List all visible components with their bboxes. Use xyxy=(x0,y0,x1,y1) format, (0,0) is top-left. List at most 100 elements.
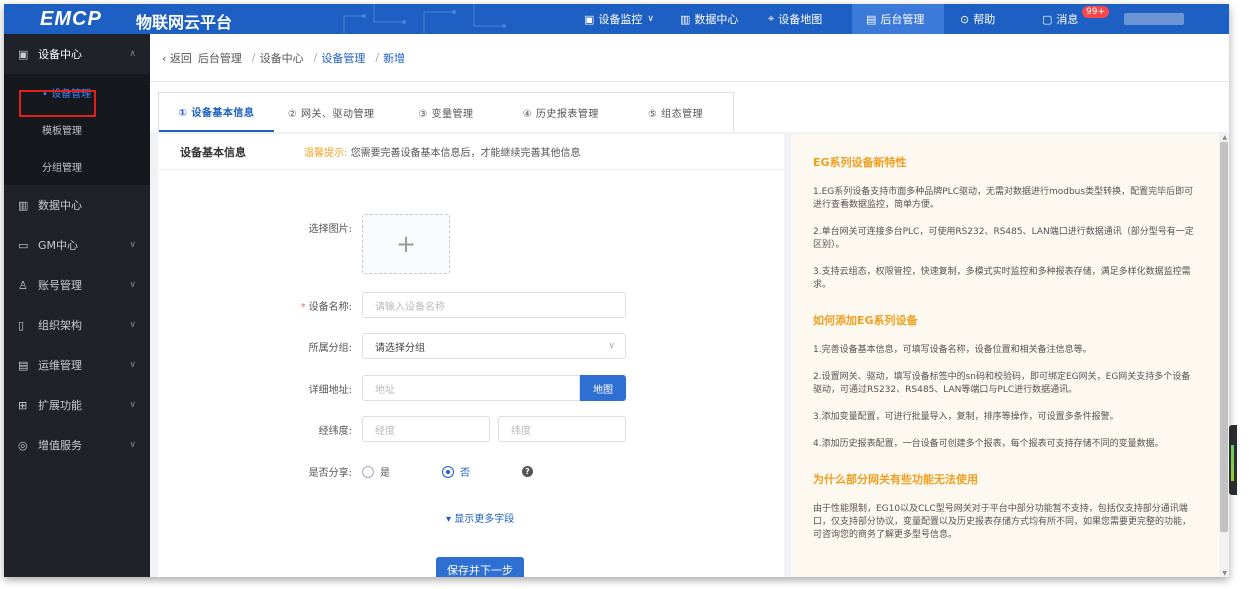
back-link[interactable]: ‹ 返回 xyxy=(162,50,192,66)
sidebar-item-extensions[interactable]: ⊞ 扩展功能 ∨ xyxy=(4,385,150,425)
breadcrumb-current: 新增 xyxy=(383,51,406,65)
lnglat-row: 经纬度: 经度 纬度 xyxy=(158,416,626,442)
info-section: EG系列设备新特性 1.EG系列设备支持市面多种品牌PLC驱动，无需对数据进行m… xyxy=(813,154,1199,292)
group-select[interactable]: 请选择分组 ∨ xyxy=(362,333,626,359)
ops-icon: ▤ xyxy=(18,358,29,372)
chevron-down-icon: ∨ xyxy=(647,14,654,24)
chevron-down-icon: ∨ xyxy=(129,320,136,330)
info-paragraph: 4.添加历史报表配置，一台设备可创建多个报表，每个报表可支持存储不同的变量数据。 xyxy=(813,439,1164,449)
chevron-down-icon: ∨ xyxy=(129,240,136,250)
sidebar-item-account-management[interactable]: ♙ 账号管理 ∨ xyxy=(4,265,150,305)
info-title: 如何添加EG系列设备 xyxy=(813,314,918,327)
nav-admin[interactable]: ▤ 后台管理 xyxy=(852,4,944,34)
bar-chart-icon: ▥ xyxy=(680,12,691,26)
lnglat-label: 经纬度: xyxy=(318,425,352,437)
nav-messages[interactable]: ▢ 消息 99+ xyxy=(1028,4,1109,34)
device-name-input[interactable]: 请输入设备名称 xyxy=(362,292,626,318)
map-button[interactable]: 地图 xyxy=(580,375,626,401)
scroll-down-icon[interactable]: ▼ xyxy=(1222,570,1227,577)
sidebar: ▣ 设备中心 ∧ • 设备管理 模板管理 分组管理 ▥ 数据中心 ▭ GM中心 … xyxy=(4,34,150,577)
tab-variables[interactable]: ③ 变量管理 xyxy=(389,93,504,132)
longitude-input[interactable]: 经度 xyxy=(362,416,490,442)
breadcrumb-item[interactable]: 设备管理 xyxy=(321,50,365,66)
sidebar-item-organization[interactable]: ▯ 组织架构 ∨ xyxy=(4,305,150,345)
sidebar-item-data-center[interactable]: ▥ 数据中心 xyxy=(4,185,150,225)
info-section: 如何添加EG系列设备 1.完善设备基本信息，可填写设备名称，设备位置和相关备注信… xyxy=(813,312,1199,451)
show-more-fields-link[interactable]: ▾ 显示更多字段 xyxy=(446,510,514,525)
circuit-decoration-icon xyxy=(343,4,506,34)
user-avatar[interactable] xyxy=(1124,13,1184,25)
info-paragraph: 由于性能限制，EG10以及CLC型号网关对于平台中部分功能暂不支持，包括仅支持部… xyxy=(813,504,1192,540)
scroll-thumb[interactable] xyxy=(1220,142,1228,532)
message-icon: ▢ xyxy=(1042,12,1053,26)
side-widget-handle[interactable] xyxy=(1229,425,1237,495)
breadcrumb-item[interactable]: 设备中心 xyxy=(260,50,304,66)
grid-icon: ⊞ xyxy=(18,398,28,412)
group-row: 所属分组: 请选择分组 ∨ xyxy=(158,333,626,359)
info-paragraph: 2.单台网关可连接多台PLC，可使用RS232、RS485、LAN端口进行数据通… xyxy=(813,227,1194,250)
form-panel: 设备基本信息 温馨提示: 您需要完善设备基本信息后，才能继续完善其他信息 选择图… xyxy=(158,134,784,577)
image-label: 选择图片: xyxy=(308,224,352,235)
scroll-up-icon[interactable]: ▲ xyxy=(1222,134,1227,141)
app-window: EMCP 物联网云平台 ▣ 设备监控 ∨ ▥ 数据中心 ⌖ 设备地图 ▤ 后台管… xyxy=(4,4,1229,577)
sidebar-item-operations[interactable]: ▤ 运维管理 ∨ xyxy=(4,345,150,385)
step-tabs: ① 设备基本信息 ② 网关、驱动管理 ③ 变量管理 ④ 历史报表管理 ⑤ 组态管… xyxy=(158,92,734,132)
address-label: 详细地址: xyxy=(308,384,352,396)
section-title: 设备基本信息 xyxy=(180,145,246,159)
device-icon: ▣ xyxy=(18,47,29,61)
sidebar-item-value-added[interactable]: ◎ 增值服务 ∨ xyxy=(4,425,150,465)
monitor-icon: ▣ xyxy=(584,12,595,26)
top-navbar: EMCP 物联网云平台 ▣ 设备监控 ∨ ▥ 数据中心 ⌖ 设备地图 ▤ 后台管… xyxy=(4,4,1229,34)
image-row: 选择图片: + xyxy=(158,214,450,274)
info-paragraph: 3.添加变量配置，可进行批量导入，复制，排序等操作，可设置多条件报警。 xyxy=(813,412,1119,422)
org-icon: ▯ xyxy=(18,318,25,332)
map-pin-icon: ⌖ xyxy=(768,12,775,25)
chevron-down-icon: ∨ xyxy=(129,440,136,450)
tip-text: 温馨提示: 您需要完善设备基本信息后，才能继续完善其他信息 xyxy=(304,148,581,159)
address-row: 详细地址: 地址 地图 xyxy=(158,375,626,401)
info-paragraph: 2.设置网关、驱动，填写设备标签中的sn码和校验码，即可绑定EG网关，EG网关支… xyxy=(813,372,1191,395)
sidebar-item-device-center[interactable]: ▣ 设备中心 ∧ xyxy=(4,34,150,74)
info-paragraph: 3.支持云组态，权限管控，快速复制，多模式实时监控和多种报表存储，满足多样化数据… xyxy=(813,267,1191,290)
nav-data-center[interactable]: ▥ 数据中心 xyxy=(666,4,752,34)
share-row: 是否分享: 是 否 ? xyxy=(158,464,533,479)
info-panel: EG系列设备新特性 1.EG系列设备支持市面多种品牌PLC驱动，无需对数据进行m… xyxy=(791,134,1219,577)
address-input[interactable]: 地址 xyxy=(362,375,580,401)
group-label: 所属分组: xyxy=(308,342,352,354)
scrollbar[interactable]: ▲ ▼ xyxy=(1219,134,1229,577)
image-upload[interactable]: + xyxy=(362,214,450,274)
latitude-input[interactable]: 纬度 xyxy=(498,416,626,442)
nav-device-map[interactable]: ⌖ 设备地图 xyxy=(754,4,836,34)
question-icon[interactable]: ? xyxy=(522,466,533,477)
bar-chart-icon: ▥ xyxy=(18,198,29,212)
tab-basic-info[interactable]: ① 设备基本信息 xyxy=(159,93,274,132)
sidebar-subitem-group-management[interactable]: 分组管理 xyxy=(4,148,150,185)
platform-name: 物联网云平台 xyxy=(136,13,233,32)
service-icon: ◎ xyxy=(18,438,28,452)
main-content: ‹ 返回 后台管理 / 设备中心 / 设备管理 / 新增 ① 设备基本信息 ② … xyxy=(150,34,1229,577)
info-section: 为什么部分网关有些功能无法使用 由于性能限制，EG10以及CLC型号网关对于平台… xyxy=(813,471,1199,542)
plus-icon: + xyxy=(395,230,417,258)
admin-icon: ▤ xyxy=(866,12,877,26)
info-paragraph: 1.完善设备基本信息，可填写设备名称，设备位置和相关备注信息等。 xyxy=(813,345,1092,355)
name-label: * 设备名称: xyxy=(300,301,352,313)
share-yes-radio[interactable]: 是 xyxy=(362,464,390,479)
nav-device-monitor[interactable]: ▣ 设备监控 ∨ xyxy=(570,4,668,34)
save-next-button[interactable]: 保存并下一步 xyxy=(436,557,524,577)
gm-icon: ▭ xyxy=(18,238,29,252)
share-label: 是否分享: xyxy=(308,468,352,479)
tab-gateway-driver[interactable]: ② 网关、驱动管理 xyxy=(274,93,389,132)
tab-configuration[interactable]: ⑤ 组态管理 xyxy=(618,93,733,132)
info-paragraph: 1.EG系列设备支持市面多种品牌PLC驱动，无需对数据进行modbus类型转换，… xyxy=(813,187,1194,210)
chevron-down-icon: ∨ xyxy=(129,360,136,370)
highlight-box xyxy=(19,90,96,117)
tab-history-reports[interactable]: ④ 历史报表管理 xyxy=(503,93,618,132)
nav-help[interactable]: ⊙ 帮助 xyxy=(946,4,1009,34)
chevron-up-icon: ∧ xyxy=(129,49,136,59)
form-header: 设备基本信息 温馨提示: 您需要完善设备基本信息后，才能继续完善其他信息 xyxy=(158,134,784,170)
sidebar-item-gm-center[interactable]: ▭ GM中心 ∨ xyxy=(4,225,150,265)
share-no-radio[interactable]: 否 xyxy=(442,464,470,479)
help-icon: ⊙ xyxy=(960,12,970,26)
breadcrumb-item[interactable]: 后台管理 xyxy=(198,50,242,66)
info-title: EG系列设备新特性 xyxy=(813,156,907,169)
